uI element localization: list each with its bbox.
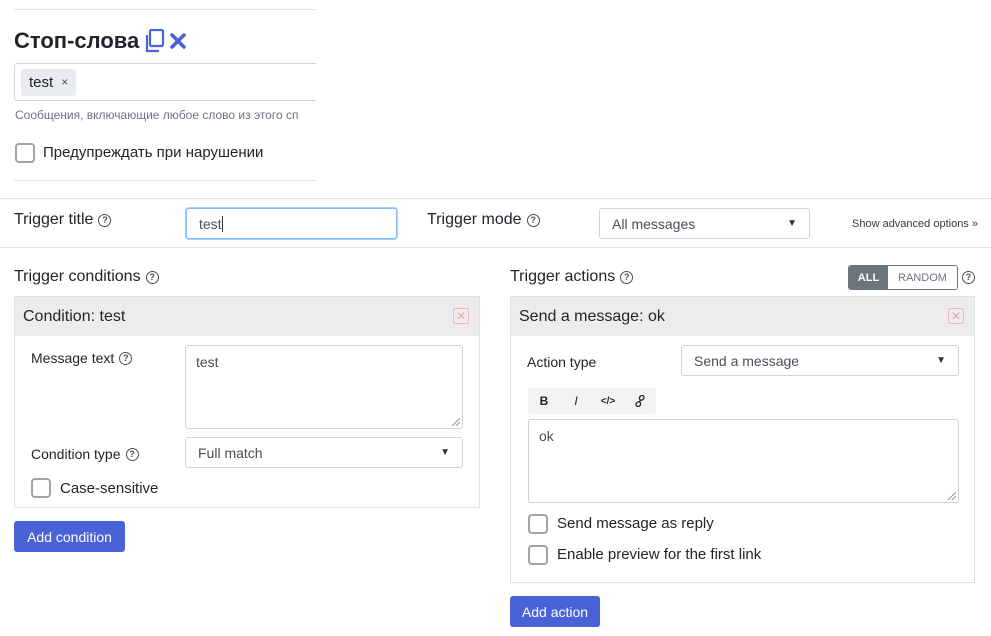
delete-action-icon[interactable]: ✕ <box>948 308 964 324</box>
condition-type-label: Condition type ? <box>31 446 139 462</box>
help-icon[interactable]: ? <box>620 270 634 284</box>
help-icon[interactable]: ? <box>98 213 112 227</box>
condition-type-value: Full match <box>198 444 263 461</box>
copy-icon[interactable] <box>145 29 165 53</box>
chevron-down-icon: ▼ <box>787 218 797 229</box>
action-message-value: ok <box>539 428 554 444</box>
send-as-reply-checkbox[interactable] <box>528 514 548 534</box>
message-text-value: test <box>196 354 219 370</box>
message-text-label: Message text ? <box>31 350 133 366</box>
action-type-value: Send a message <box>694 352 800 369</box>
trigger-title-value: test <box>199 215 222 232</box>
trigger-title-label-text: Trigger title <box>14 211 94 228</box>
conditions-header-text: Trigger conditions <box>14 268 141 285</box>
enable-preview-checkbox[interactable] <box>528 545 548 565</box>
condition-type-label-text: Condition type <box>31 446 121 462</box>
message-text-input[interactable]: test <box>185 345 463 429</box>
trigger-mode-label-text: Trigger mode <box>427 211 522 228</box>
bold-button[interactable]: B <box>528 388 560 414</box>
action-type-select[interactable]: Send a message ▼ <box>681 345 959 376</box>
add-action-button[interactable]: Add action <box>510 596 600 627</box>
toggle-random[interactable]: RANDOM <box>888 266 957 289</box>
help-icon[interactable]: ? <box>962 271 975 284</box>
case-sensitive-checkbox[interactable] <box>31 478 51 498</box>
tag-remove-icon[interactable]: × <box>61 69 68 96</box>
stopwords-title: Стоп-слова <box>14 28 140 53</box>
condition-type-select[interactable]: Full match ▼ <box>185 437 463 468</box>
enable-preview-label: Enable preview for the first link <box>557 546 762 563</box>
actions-header-text: Trigger actions <box>510 268 616 285</box>
toggle-all[interactable]: ALL <box>849 266 888 289</box>
conditions-header: Trigger conditions ? <box>14 268 159 286</box>
help-icon[interactable]: ? <box>125 447 139 461</box>
add-condition-button[interactable]: Add condition <box>14 521 125 552</box>
warn-checkbox[interactable] <box>15 143 35 163</box>
trigger-title-input[interactable]: test <box>186 208 397 239</box>
trigger-mode-select[interactable]: All messages ▼ <box>599 208 810 239</box>
link-icon[interactable] <box>624 388 656 414</box>
condition-card-title: Condition: test <box>23 307 126 325</box>
action-card-header: Send a message: ok <box>511 297 974 336</box>
message-text-label-text: Message text <box>31 350 115 366</box>
trigger-mode-value: All messages <box>612 215 696 232</box>
stopwords-title-row: Стоп-слова <box>14 28 187 54</box>
action-type-label: Action type <box>527 354 597 370</box>
show-advanced-link[interactable]: Show advanced options » <box>852 218 978 230</box>
trigger-title-label: Trigger title ? <box>14 211 112 229</box>
trigger-mode-label: Trigger mode ? <box>427 211 540 229</box>
stopword-tag-label: test <box>29 74 54 91</box>
close-icon[interactable] <box>169 32 187 50</box>
delete-condition-icon[interactable]: ✕ <box>453 308 469 324</box>
formatting-toolbar: B I </> <box>528 388 656 414</box>
help-icon[interactable]: ? <box>119 351 133 365</box>
send-as-reply-label: Send message as reply <box>557 515 714 532</box>
help-icon[interactable]: ? <box>145 270 159 284</box>
resize-handle-icon[interactable] <box>452 418 460 426</box>
condition-card-header: Condition: test <box>15 297 479 336</box>
action-message-input[interactable]: ok <box>528 419 959 503</box>
action-mode-toggle[interactable]: ALL RANDOM <box>848 265 958 290</box>
italic-button[interactable]: I <box>560 388 592 414</box>
warn-label: Предупреждать при нарушении <box>43 144 264 161</box>
text-cursor <box>221 215 223 232</box>
case-sensitive-label: Case-sensitive <box>60 480 159 497</box>
chevron-down-icon: ▼ <box>440 447 450 458</box>
code-button[interactable]: </> <box>592 388 624 414</box>
action-card-title: Send a message: ok <box>519 307 665 325</box>
help-icon[interactable]: ? <box>526 213 540 227</box>
resize-handle-icon[interactable] <box>948 492 956 500</box>
stopwords-hint: Сообщения, включающие любое слово из это… <box>15 108 299 122</box>
condition-card: Condition: test ✕ Message text ? test Co… <box>14 296 480 508</box>
chevron-down-icon: ▼ <box>936 355 946 366</box>
action-card: Send a message: ok ✕ Action type Send a … <box>510 296 975 583</box>
actions-header: Trigger actions ? <box>510 268 634 286</box>
stopword-tag: test × <box>21 69 77 96</box>
stopwords-input[interactable]: test × <box>14 63 316 101</box>
